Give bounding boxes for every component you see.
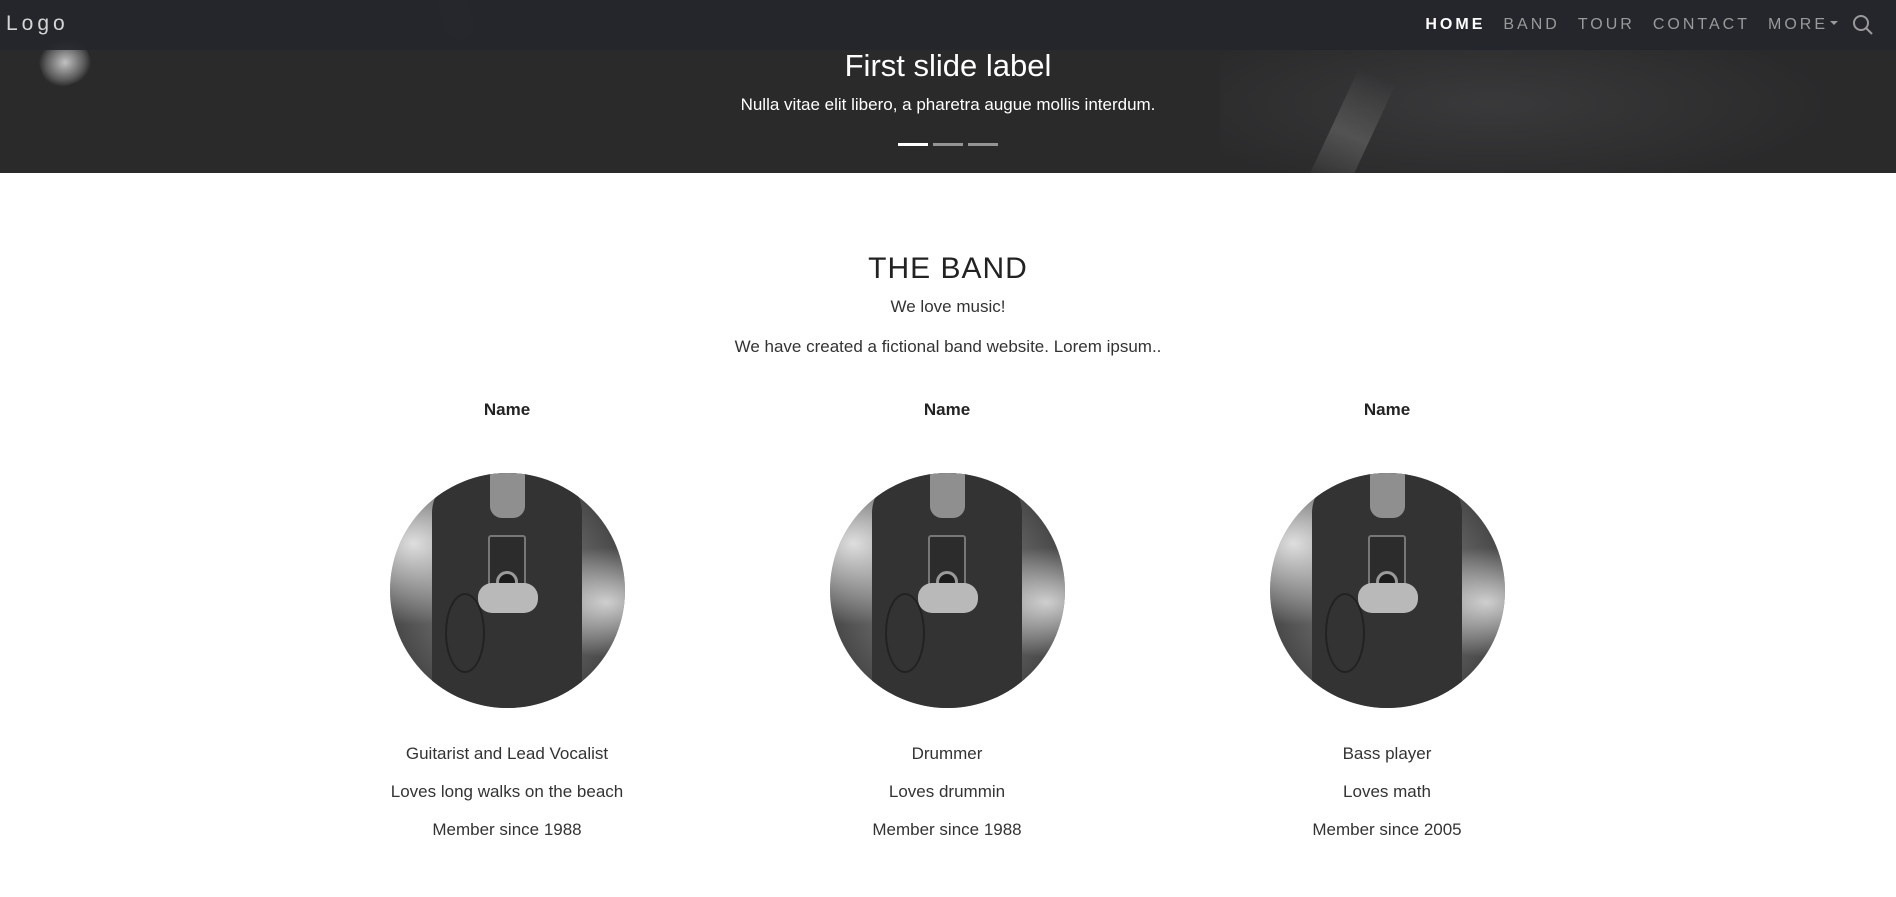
band-tagline: We love music! — [890, 297, 1006, 316]
nav-item-more-dropdown[interactable]: MORE — [1768, 16, 1838, 34]
logo[interactable]: Logo — [6, 12, 69, 36]
member-hobby: Loves long walks on the beach — [390, 782, 624, 801]
nav-item-contact[interactable]: CONTACT — [1653, 16, 1750, 34]
member-photo[interactable] — [829, 473, 1065, 708]
band-member-card: Name Drummer Loves drummin Member since … — [797, 400, 1097, 840]
member-since: Member since 1988 — [872, 820, 1022, 839]
carousel-indicator-1[interactable] — [898, 143, 928, 146]
band-member-card: Name Bass player Loves math Member since… — [1237, 400, 1537, 840]
carousel-indicators — [0, 143, 1896, 146]
nav-item-tour[interactable]: TOUR — [1578, 16, 1635, 34]
nav-menu: HOME BAND TOUR CONTACT MORE — [1407, 0, 1896, 50]
member-photo[interactable] — [1269, 473, 1505, 708]
member-since: Member since 2005 — [1312, 820, 1462, 839]
navbar: Logo HOME BAND TOUR CONTACT MORE — [0, 0, 1896, 50]
nav-item-more-label: MORE — [1768, 16, 1828, 33]
member-hobby: Loves math — [1343, 782, 1431, 801]
caret-down-icon — [1830, 20, 1838, 25]
member-name: Name — [923, 400, 971, 419]
member-role: Drummer — [911, 744, 983, 763]
nav-item-home[interactable]: HOME — [1425, 16, 1485, 34]
carousel-indicator-3[interactable] — [968, 143, 998, 146]
search-icon — [1853, 15, 1873, 35]
search-button[interactable] — [1852, 14, 1874, 36]
band-member-card: Name Guitarist and Lead Vocalist Loves l… — [357, 400, 657, 840]
carousel-caption-title: First slide label — [844, 48, 1052, 83]
member-role: Bass player — [1342, 744, 1432, 763]
member-since: Member since 1988 — [432, 820, 582, 839]
band-description: We have created a fictional band website… — [734, 337, 1162, 356]
member-role: Guitarist and Lead Vocalist — [405, 744, 609, 763]
member-name: Name — [1363, 400, 1411, 419]
carousel-indicator-2[interactable] — [933, 143, 963, 146]
member-photo[interactable] — [389, 473, 625, 708]
nav-item-band[interactable]: BAND — [1503, 16, 1559, 34]
member-hobby: Loves drummin — [888, 782, 1006, 801]
member-name: Name — [483, 400, 531, 419]
carousel-caption-text: Nulla vitae elit libero, a pharetra augu… — [740, 95, 1156, 114]
band-section-title: THE BAND — [868, 252, 1028, 285]
